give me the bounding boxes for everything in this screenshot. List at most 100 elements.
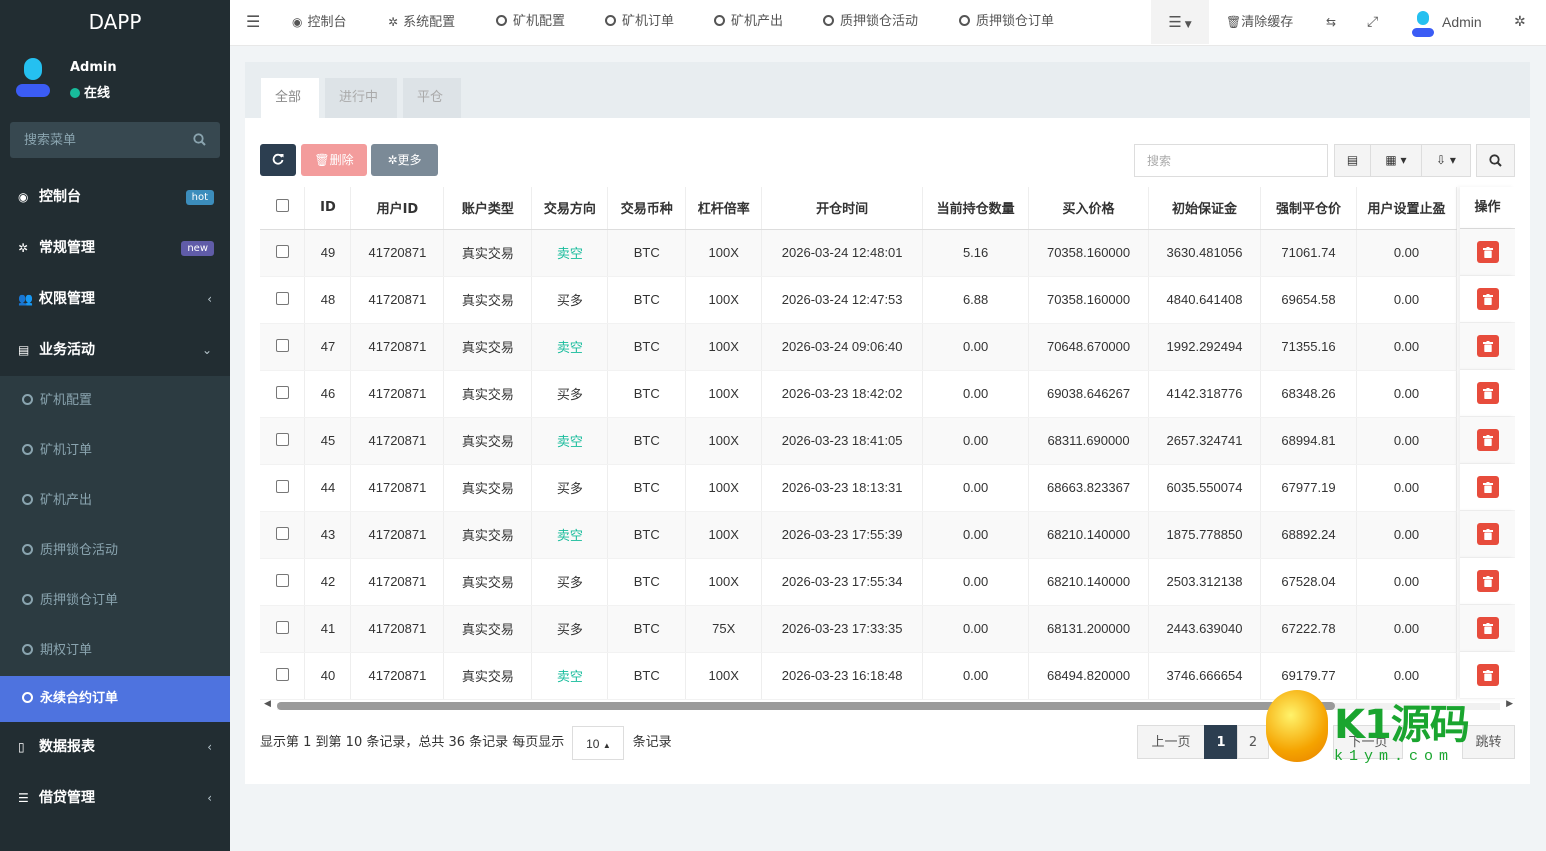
search-icon[interactable] xyxy=(193,133,206,146)
search-button[interactable] xyxy=(1476,144,1515,177)
table-row[interactable]: 49 41720871 真实交易 卖空 BTC 100X 2026-03-24 12:48:… xyxy=(260,229,1458,277)
col-header-account-type[interactable]: 账户类型 xyxy=(443,187,533,230)
col-header-id[interactable]: ID xyxy=(304,187,352,230)
tab-in-progress[interactable]: 进行中 xyxy=(325,78,397,118)
row-checkbox-cell[interactable] xyxy=(260,464,306,512)
tab-system-config[interactable]: ✲ 系统配置 xyxy=(388,0,455,44)
fullscreen-icon[interactable]: ⤢ xyxy=(1367,0,1378,44)
columns-icon[interactable]: ▦ ▾ xyxy=(1371,145,1422,176)
table-row[interactable]: 47 41720871 真实交易 卖空 BTC 100X 2026-03-24 09:06:… xyxy=(260,323,1458,371)
row-checkbox-cell[interactable] xyxy=(260,558,306,606)
clear-cache-button[interactable]: 🗑清除缓存 xyxy=(1226,0,1293,44)
row-checkbox-cell[interactable] xyxy=(260,511,306,559)
sidebar-item-business[interactable]: ▤ 业务活动 ⌄ xyxy=(0,325,230,376)
tab-staking-activity[interactable]: 质押锁仓活动 xyxy=(823,0,918,44)
col-header-take-profit[interactable]: 用户设置止盈 xyxy=(1356,187,1458,230)
row-delete-button[interactable] xyxy=(1476,241,1499,263)
col-header-coin[interactable]: 交易币种 xyxy=(607,187,687,230)
row-delete-button[interactable] xyxy=(1476,335,1499,357)
row-delete-button[interactable] xyxy=(1476,617,1499,639)
col-header-open-time[interactable]: 开仓时间 xyxy=(761,187,924,230)
row-delete-button[interactable] xyxy=(1476,429,1499,451)
tab-staking-orders[interactable]: 质押锁仓订单 xyxy=(959,0,1054,44)
row-delete-button[interactable] xyxy=(1476,476,1499,498)
sidebar-item-miner-output[interactable]: 矿机产出 xyxy=(0,476,230,526)
export-icon[interactable]: ⇩ ▾ xyxy=(1422,145,1470,176)
row-checkbox-cell[interactable] xyxy=(260,276,306,324)
prev-page-button[interactable]: 上一页 xyxy=(1137,725,1205,759)
scroll-thumb[interactable] xyxy=(277,702,1335,710)
row-checkbox[interactable] xyxy=(275,573,289,587)
row-checkbox-cell[interactable] xyxy=(260,417,306,465)
tab-all[interactable]: 全部 xyxy=(261,78,319,118)
row-checkbox-cell[interactable] xyxy=(260,323,306,371)
sidebar-item-staking-orders[interactable]: 质押锁仓订单 xyxy=(0,576,230,626)
page-1-button[interactable]: 1 xyxy=(1204,725,1238,759)
sidebar-item-dashboard[interactable]: ◉ 控制台 hot xyxy=(0,172,230,223)
more-button[interactable]: ✲更多 xyxy=(371,144,438,176)
table-row[interactable]: 45 41720871 真实交易 卖空 BTC 100X 2026-03-23 18:41:… xyxy=(260,417,1458,465)
row-delete-button[interactable] xyxy=(1476,570,1499,592)
table-row[interactable]: 42 41720871 真实交易 买多 BTC 100X 2026-03-23 17:55:… xyxy=(260,558,1458,606)
menu-toggle-icon[interactable]: ☰ xyxy=(246,0,260,44)
sidebar-item-reports[interactable]: ▯ 数据报表 ‹ xyxy=(0,722,230,773)
tab-closed[interactable]: 平仓 xyxy=(403,78,461,118)
page-size-select[interactable]: 10 ▲ xyxy=(572,726,625,760)
tab-miner-orders[interactable]: 矿机订单 xyxy=(605,0,674,44)
sidebar-item-loans[interactable]: ☰ 借贷管理 ‹ xyxy=(0,773,230,824)
select-all-checkbox[interactable] xyxy=(275,199,289,213)
admin-menu[interactable]: Admin xyxy=(1412,0,1482,44)
col-header-buy-price[interactable]: 买入价格 xyxy=(1028,187,1150,230)
row-delete-button[interactable] xyxy=(1476,664,1499,686)
row-checkbox-cell[interactable] xyxy=(260,229,306,277)
tab-miner-config[interactable]: 矿机配置 xyxy=(496,0,565,44)
sidebar-item-permissions[interactable]: 👥 权限管理 ‹ xyxy=(0,274,230,325)
row-delete-button[interactable] xyxy=(1476,382,1499,404)
sidebar-item-perpetual-orders[interactable]: 永续合约订单 xyxy=(0,676,230,722)
brand-logo[interactable]: DAPP xyxy=(0,0,230,46)
col-header-liquidation-price[interactable]: 强制平仓价 xyxy=(1260,187,1357,230)
tab-dashboard[interactable]: ◉ 控制台 xyxy=(292,0,347,44)
translate-icon[interactable]: ⇆ xyxy=(1326,0,1336,44)
row-checkbox[interactable] xyxy=(275,526,289,540)
col-header-direction[interactable]: 交易方向 xyxy=(531,187,609,230)
sidebar-item-miner-config[interactable]: 矿机配置 xyxy=(0,376,230,426)
table-row[interactable]: 43 41720871 真实交易 卖空 BTC 100X 2026-03-23 17:55:… xyxy=(260,511,1458,559)
row-checkbox-cell[interactable] xyxy=(260,370,306,418)
row-checkbox[interactable] xyxy=(275,385,289,399)
sidebar-item-miner-orders[interactable]: 矿机订单 xyxy=(0,426,230,476)
delete-button[interactable]: 🗑删除 xyxy=(301,144,367,176)
row-checkbox[interactable] xyxy=(275,620,289,634)
sidebar-item-option-orders[interactable]: 期权订单 xyxy=(0,626,230,676)
row-checkbox[interactable] xyxy=(275,479,289,493)
row-checkbox-cell[interactable] xyxy=(260,652,306,700)
row-checkbox[interactable] xyxy=(275,338,289,352)
col-header-initial-margin[interactable]: 初始保证金 xyxy=(1148,187,1261,230)
row-checkbox[interactable] xyxy=(275,291,289,305)
row-checkbox[interactable] xyxy=(275,667,289,681)
row-checkbox-cell[interactable] xyxy=(260,605,306,653)
menu-search-input[interactable] xyxy=(10,122,180,158)
scroll-left-icon[interactable]: ◀ xyxy=(264,699,271,709)
sidebar-item-general[interactable]: ✲ 常规管理 new xyxy=(0,223,230,274)
row-delete-button[interactable] xyxy=(1476,288,1499,310)
table-row[interactable]: 48 41720871 真实交易 买多 BTC 100X 2026-03-24 12:47:… xyxy=(260,276,1458,324)
sidebar-item-staking-activity[interactable]: 质押锁仓活动 xyxy=(0,526,230,576)
col-header-leverage[interactable]: 杠杆倍率 xyxy=(685,187,763,230)
col-header-user-id[interactable]: 用户ID xyxy=(350,187,445,230)
tab-miner-output[interactable]: 矿机产出 xyxy=(714,0,783,44)
table-search-input[interactable] xyxy=(1134,144,1328,177)
row-delete-button[interactable] xyxy=(1476,523,1499,545)
table-row[interactable]: 44 41720871 真实交易 买多 BTC 100X 2026-03-23 18:13:… xyxy=(260,464,1458,512)
refresh-button[interactable] xyxy=(260,144,296,176)
row-checkbox[interactable] xyxy=(275,432,289,446)
row-checkbox[interactable] xyxy=(275,244,289,258)
table-row[interactable]: 46 41720871 真实交易 买多 BTC 100X 2026-03-23 18:42:… xyxy=(260,370,1458,418)
gears-icon[interactable]: ✲ xyxy=(1514,0,1526,44)
scroll-right-icon[interactable]: ▶ xyxy=(1506,699,1513,709)
toggle-view-icon[interactable]: ▤ xyxy=(1335,145,1371,176)
nav-list-dropdown[interactable]: ☰ ▼ xyxy=(1151,0,1209,44)
col-header-position-qty[interactable]: 当前持仓数量 xyxy=(922,187,1030,230)
select-all-checkbox-cell[interactable] xyxy=(260,187,306,230)
table-row[interactable]: 41 41720871 真实交易 买多 BTC 75X 2026-03-23 17:33:3… xyxy=(260,605,1458,653)
